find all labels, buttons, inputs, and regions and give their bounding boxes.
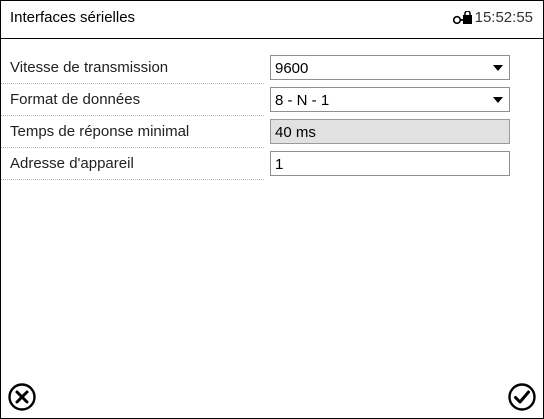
row-min-response-time: Temps de réponse minimal 40 ms [1, 117, 543, 148]
row-divider [1, 83, 264, 84]
title-bar: Interfaces sérielles 15:52:55 [1, 1, 543, 39]
chevron-down-icon [493, 65, 503, 71]
device-address-label: Adresse d'appareil [10, 155, 134, 172]
baud-rate-label: Vitesse de transmission [10, 59, 169, 76]
row-data-format: Format de données 8 - N - 1 [1, 85, 543, 116]
data-format-label: Format de données [10, 91, 141, 108]
confirm-button[interactable] [507, 382, 537, 412]
device-address-input[interactable]: 1 [270, 151, 510, 176]
baud-rate-value: 9600 [275, 60, 309, 77]
row-divider [1, 115, 264, 116]
cancel-circle-icon [8, 383, 36, 411]
clock: 15:52:55 [474, 9, 533, 26]
min-response-time-field: 40 ms [270, 119, 510, 144]
status-area: 15:52:55 [452, 9, 533, 26]
data-format-dropdown[interactable]: 8 - N - 1 [270, 87, 510, 112]
confirm-check-icon [508, 383, 536, 411]
bottom-bar [1, 374, 543, 418]
serial-interfaces-screen: Interfaces sérielles 15:52:55 Vitesse de… [0, 0, 544, 419]
device-address-value: 1 [275, 156, 284, 173]
data-format-value: 8 - N - 1 [275, 92, 330, 109]
row-device-address: Adresse d'appareil 1 [1, 149, 543, 180]
row-divider [1, 147, 264, 148]
key-lock-icon [452, 10, 473, 25]
min-response-time-value: 40 ms [275, 124, 316, 141]
baud-rate-dropdown[interactable]: 9600 [270, 55, 510, 80]
page-title: Interfaces sérielles [10, 9, 136, 26]
cancel-button[interactable] [7, 382, 37, 412]
chevron-down-icon [493, 97, 503, 103]
row-divider [1, 179, 264, 180]
min-response-time-label: Temps de réponse minimal [10, 123, 190, 140]
row-baud-rate: Vitesse de transmission 9600 [1, 53, 543, 84]
